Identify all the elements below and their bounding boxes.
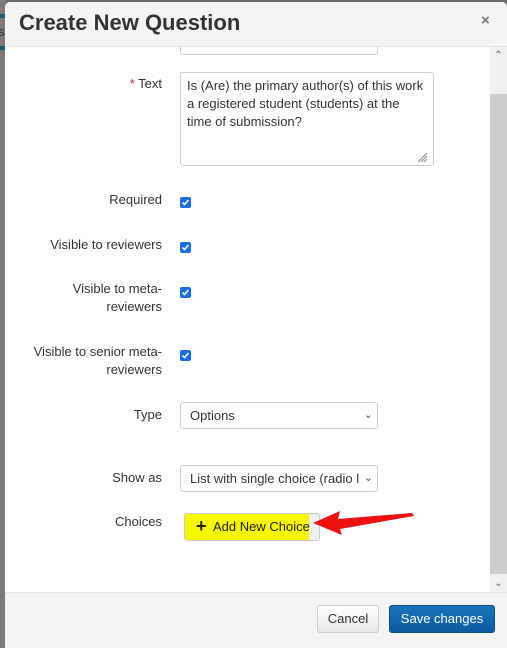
- required-checkbox[interactable]: [180, 197, 191, 208]
- check-icon: [181, 289, 190, 296]
- save-changes-button[interactable]: Save changes: [389, 605, 495, 633]
- visible-to-meta-reviewers-checkbox[interactable]: [180, 287, 191, 298]
- type-label: Type: [133, 407, 162, 422]
- previous-field-input[interactable]: [180, 47, 378, 55]
- modal-body: * Text Is (Are) the primary author(s) of…: [5, 47, 490, 592]
- type-select[interactable]: Options ⌄: [180, 402, 378, 429]
- required-marker: *: [129, 76, 135, 91]
- required-label: Required: [109, 192, 162, 207]
- modal-header: Create New Question ×: [5, 2, 507, 47]
- check-icon: [181, 199, 190, 206]
- visible-to-senior-meta-reviewers-label: Visible to senior meta-reviewers: [33, 344, 162, 377]
- resize-grip-icon[interactable]: [416, 151, 428, 163]
- show-as-label: Show as: [112, 470, 162, 485]
- check-icon: [181, 244, 190, 251]
- vertical-scrollbar[interactable]: ⌃ ⌄: [490, 47, 507, 592]
- red-arrow-annotation: [313, 511, 414, 535]
- text-label: * Text: [129, 76, 162, 91]
- scrollbar-thumb[interactable]: [490, 94, 507, 574]
- create-question-modal: Create New Question × * Text Is (Are) th…: [5, 2, 507, 648]
- scroll-down-icon[interactable]: ⌄: [490, 575, 507, 592]
- show-as-select[interactable]: List with single choice (radio l ⌄: [180, 465, 378, 492]
- visible-to-meta-reviewers-label: Visible to meta-reviewers: [72, 281, 162, 314]
- choices-label: Choices: [115, 514, 162, 529]
- cancel-button[interactable]: Cancel: [317, 605, 379, 633]
- add-new-choice-button[interactable]: + Add New Choice: [184, 513, 320, 541]
- modal-footer: Cancel Save changes: [5, 592, 507, 648]
- modal-title: Create New Question: [19, 10, 241, 35]
- type-select-value: Options: [190, 408, 235, 423]
- add-new-choice-label: Add New Choice: [213, 519, 310, 534]
- check-icon: [181, 352, 190, 359]
- plus-icon: +: [196, 516, 207, 536]
- visible-to-reviewers-checkbox[interactable]: [180, 242, 191, 253]
- visible-to-senior-meta-reviewers-checkbox[interactable]: [180, 350, 191, 361]
- chevron-down-icon: ⌄: [361, 408, 373, 421]
- show-as-select-value: List with single choice (radio l: [190, 471, 360, 486]
- visible-to-reviewers-label: Visible to reviewers: [50, 237, 162, 252]
- background-text: s: [0, 24, 5, 39]
- text-textarea[interactable]: Is (Are) the primary author(s) of this w…: [180, 72, 434, 166]
- scroll-up-icon[interactable]: ⌃: [490, 47, 507, 64]
- chevron-down-icon: ⌄: [361, 471, 373, 484]
- close-icon[interactable]: ×: [481, 12, 490, 29]
